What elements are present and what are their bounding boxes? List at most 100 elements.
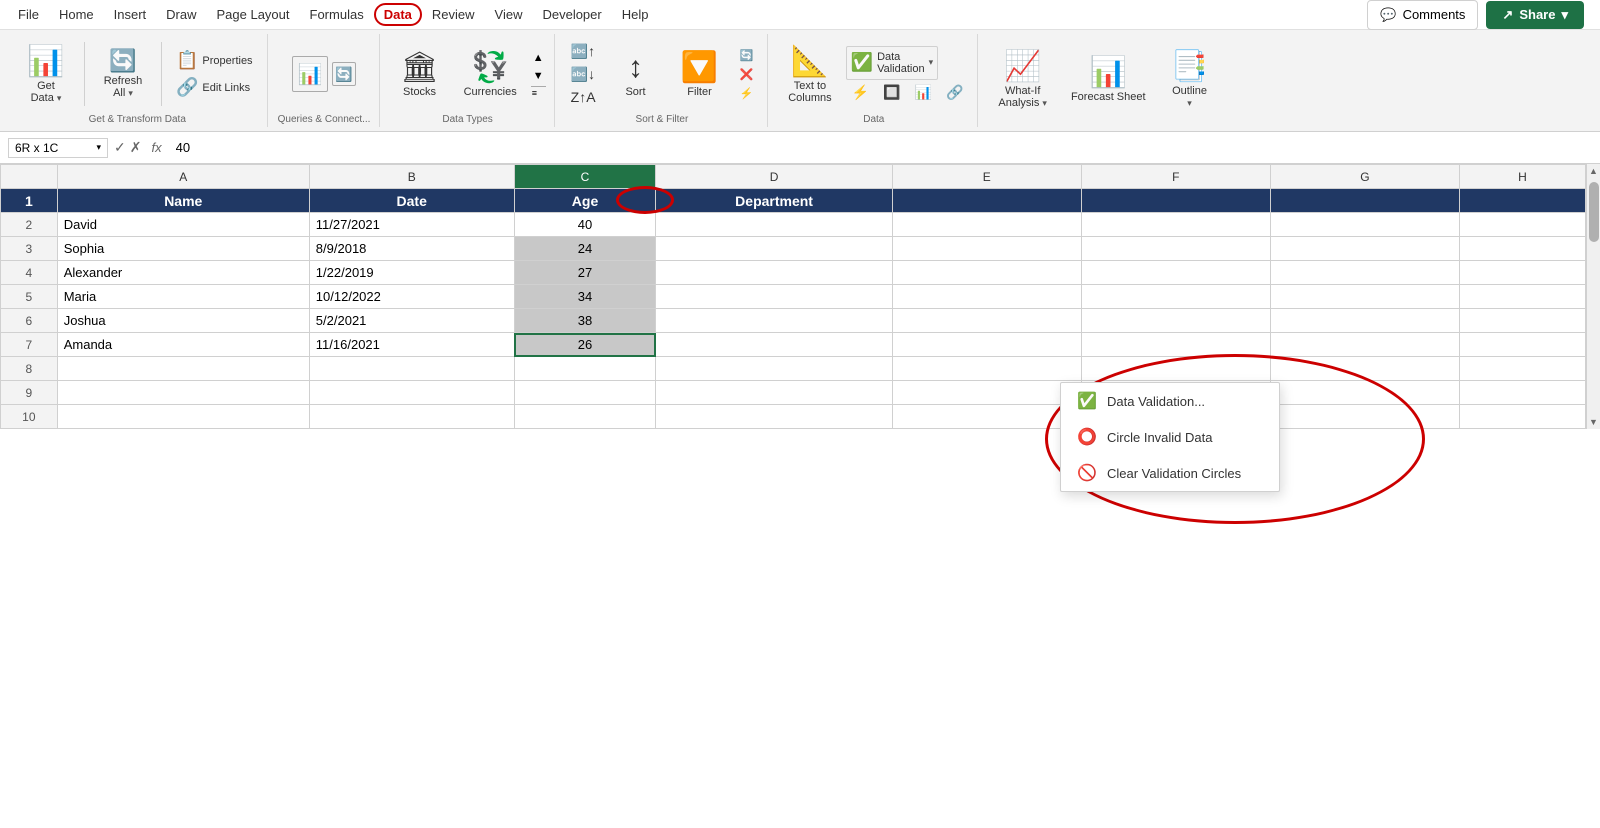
stocks-button[interactable]: 🏛 Stocks <box>390 38 450 110</box>
cell-C3[interactable]: 24 <box>514 237 656 261</box>
cell-B8[interactable] <box>309 357 514 381</box>
cell-E3[interactable] <box>892 237 1081 261</box>
cell-G10[interactable] <box>1270 405 1459 429</box>
cell-F5[interactable] <box>1081 285 1270 309</box>
cell-A10[interactable] <box>57 405 309 429</box>
menu-formulas[interactable]: Formulas <box>300 3 374 26</box>
cell-C10[interactable] <box>514 405 656 429</box>
cell-B7[interactable]: 11/16/2021 <box>309 333 514 357</box>
cell-D1[interactable]: Department <box>656 189 892 213</box>
cell-E9[interactable] <box>892 381 1081 405</box>
dropdown-circle-invalid[interactable]: ⭕ Circle Invalid Data <box>1061 419 1279 455</box>
cell-A6[interactable]: Joshua <box>57 309 309 333</box>
cell-ref-dropdown[interactable]: ▾ <box>96 142 101 153</box>
col-header-D[interactable]: D <box>656 165 892 189</box>
col-header-C[interactable]: C <box>514 165 656 189</box>
cell-G3[interactable] <box>1270 237 1459 261</box>
menu-page-layout[interactable]: Page Layout <box>207 3 300 26</box>
cell-D2[interactable] <box>656 213 892 237</box>
cell-A8[interactable] <box>57 357 309 381</box>
scroll-up-button[interactable]: ▲ <box>1587 164 1600 178</box>
dropdown-clear-circles[interactable]: 🚫 Clear Validation Circles <box>1061 455 1279 491</box>
cell-H6[interactable] <box>1459 309 1585 333</box>
cell-C7[interactable]: 26 <box>514 333 656 357</box>
menu-data[interactable]: Data <box>374 3 422 26</box>
refresh-all-button[interactable]: 🔄 RefreshAll ▾ <box>93 45 153 103</box>
cell-B10[interactable] <box>309 405 514 429</box>
col-header-B[interactable]: B <box>309 165 514 189</box>
cell-D3[interactable] <box>656 237 892 261</box>
get-data-button[interactable]: 📊 GetData ▾ <box>16 38 76 110</box>
cell-A7[interactable]: Amanda <box>57 333 309 357</box>
advanced-filter-button[interactable]: ⚡ <box>734 85 760 102</box>
scroll-thumb[interactable] <box>1589 182 1599 242</box>
cell-A1[interactable]: Name <box>57 189 309 213</box>
cell-D6[interactable] <box>656 309 892 333</box>
dropdown-data-validation[interactable]: ✅ Data Validation... <box>1061 383 1279 419</box>
cell-F7[interactable] <box>1081 333 1270 357</box>
scroll-down-button[interactable]: ▼ <box>1587 415 1600 429</box>
forecast-sheet-button[interactable]: 📊 Forecast Sheet <box>1061 44 1156 116</box>
cell-D8[interactable] <box>656 357 892 381</box>
edit-links-button[interactable]: 🔗 Edit Links <box>170 75 259 100</box>
cell-F4[interactable] <box>1081 261 1270 285</box>
cell-G6[interactable] <box>1270 309 1459 333</box>
formula-check-icon[interactable]: ✓ <box>114 139 126 156</box>
col-header-H[interactable]: H <box>1459 165 1585 189</box>
cell-G9[interactable] <box>1270 381 1459 405</box>
cell-F3[interactable] <box>1081 237 1270 261</box>
cell-D10[interactable] <box>656 405 892 429</box>
query-icon-1[interactable]: 📊 <box>292 56 328 92</box>
relationships-button[interactable]: 🔗 <box>940 82 969 103</box>
cell-G8[interactable] <box>1270 357 1459 381</box>
cell-B1[interactable]: Date <box>309 189 514 213</box>
menu-insert[interactable]: Insert <box>104 3 157 26</box>
cell-H9[interactable] <box>1459 381 1585 405</box>
outline-button[interactable]: 📑 Outline▾ <box>1160 44 1220 116</box>
cell-D9[interactable] <box>656 381 892 405</box>
cell-C2[interactable]: 40 <box>514 213 656 237</box>
cell-D4[interactable] <box>656 261 892 285</box>
formula-input[interactable] <box>172 138 1592 157</box>
cell-H8[interactable] <box>1459 357 1585 381</box>
col-header-F[interactable]: F <box>1081 165 1270 189</box>
properties-button[interactable]: 📋 Properties <box>170 48 259 73</box>
reapply-button[interactable]: 🔄 <box>734 47 760 64</box>
sort-za-icon2[interactable]: Z↑A <box>565 87 602 107</box>
cell-A4[interactable]: Alexander <box>57 261 309 285</box>
cell-F2[interactable] <box>1081 213 1270 237</box>
cell-F1[interactable] <box>1081 189 1270 213</box>
cell-ref-box[interactable]: 6R x 1C ▾ <box>8 138 108 158</box>
clear-filter-button[interactable]: ❌ <box>734 66 760 83</box>
cell-G4[interactable] <box>1270 261 1459 285</box>
flash-fill-button[interactable]: ⚡ <box>846 82 875 103</box>
cell-C4[interactable]: 27 <box>514 261 656 285</box>
menu-help[interactable]: Help <box>612 3 659 26</box>
sort-z-a-button[interactable]: 🔤↓ <box>565 64 602 85</box>
cell-E1[interactable] <box>892 189 1081 213</box>
cell-C8[interactable] <box>514 357 656 381</box>
sort-a-z-button[interactable]: 🔤↑ <box>565 41 602 62</box>
cell-E5[interactable] <box>892 285 1081 309</box>
share-button[interactable]: ↗ Share ▾ <box>1486 1 1584 29</box>
cell-C9[interactable] <box>514 381 656 405</box>
cell-H4[interactable] <box>1459 261 1585 285</box>
data-type-up[interactable]: ▲ <box>531 50 546 66</box>
cell-D7[interactable] <box>656 333 892 357</box>
filter-button[interactable]: 🔽 Filter <box>670 38 730 110</box>
menu-view[interactable]: View <box>485 3 533 26</box>
vertical-scrollbar[interactable]: ▲ ▼ <box>1586 164 1600 429</box>
cell-D5[interactable] <box>656 285 892 309</box>
menu-draw[interactable]: Draw <box>156 3 206 26</box>
cell-E6[interactable] <box>892 309 1081 333</box>
currencies-button[interactable]: 💱 Currencies <box>454 38 527 110</box>
remove-duplicates-button[interactable]: 🔲 <box>877 82 906 103</box>
cell-H10[interactable] <box>1459 405 1585 429</box>
query-icon-2[interactable]: 🔄 <box>332 62 356 86</box>
cell-E8[interactable] <box>892 357 1081 381</box>
cell-B3[interactable]: 8/9/2018 <box>309 237 514 261</box>
cell-H7[interactable] <box>1459 333 1585 357</box>
cell-C1[interactable]: Age <box>514 189 656 213</box>
col-header-G[interactable]: G <box>1270 165 1459 189</box>
menu-home[interactable]: Home <box>49 3 104 26</box>
